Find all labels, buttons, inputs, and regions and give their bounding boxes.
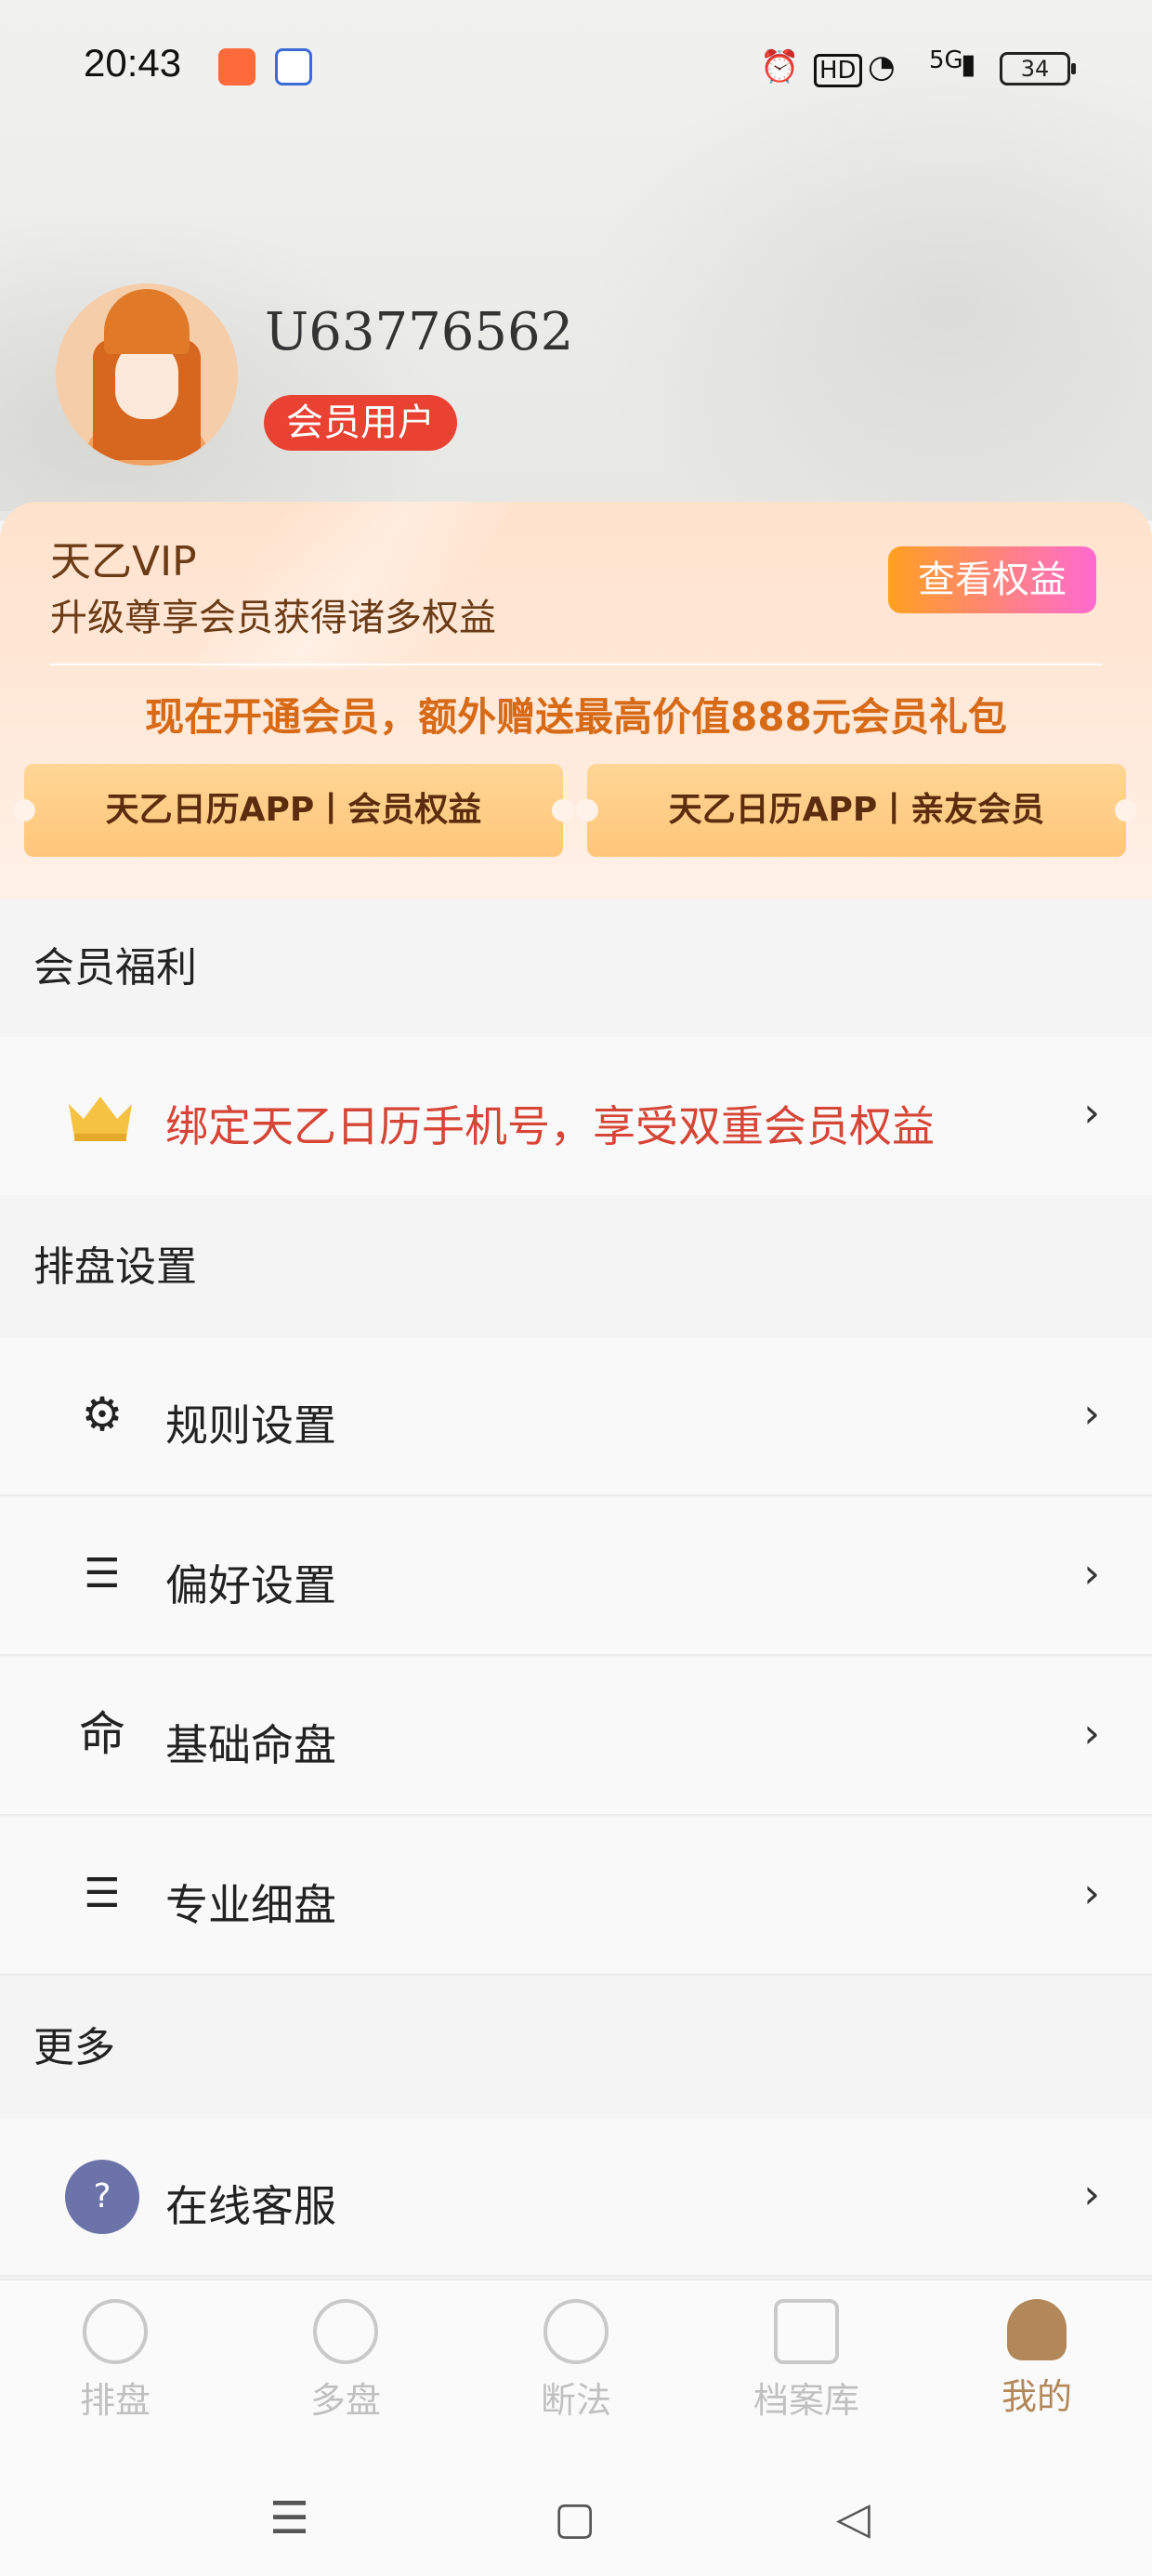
- ticket-notch: [13, 799, 35, 821]
- chevron-right-icon: ›: [1083, 1390, 1100, 1438]
- duopan-icon: [313, 2299, 378, 2364]
- view-benefits-button[interactable]: 查看权益: [888, 546, 1096, 613]
- crown-icon: [69, 1097, 132, 1141]
- tab-archive[interactable]: 档案库: [691, 2299, 922, 2423]
- bind-phone-row[interactable]: 绑定天乙日历手机号，享受双重会员权益 ›: [0, 1037, 1152, 1195]
- tab-duanfa[interactable]: 断法: [461, 2299, 691, 2423]
- customer-service-label: 在线客服: [165, 2181, 336, 2231]
- preference-settings-row[interactable]: ☰ 偏好设置 ›: [0, 1498, 1152, 1656]
- yinyang-icon: [543, 2299, 609, 2364]
- tab-label: 我的: [1001, 2376, 1072, 2417]
- ticket-label: 天乙日历APP丨亲友会员: [668, 791, 1045, 829]
- network-type: 5G: [929, 46, 963, 74]
- member-badge: 会员用户: [264, 395, 457, 451]
- professional-chart-row[interactable]: ☰ 专业细盘 ›: [0, 1818, 1152, 1976]
- vip-title: 天乙VIP: [50, 538, 197, 585]
- rule-settings-row[interactable]: ⚙ 规则设置 ›: [0, 1338, 1152, 1496]
- tab-label: 排盘: [79, 2380, 151, 2421]
- tab-mine[interactable]: 我的: [922, 2299, 1152, 2419]
- preference-settings-label: 偏好设置: [165, 1560, 336, 1610]
- status-bar: 20:43 ⏰ HD ◔ 5G ▮ 34: [0, 0, 1152, 139]
- ticket-notch: [552, 799, 574, 821]
- chevron-right-icon: ›: [1083, 1870, 1100, 1917]
- rule-settings-label: 规则设置: [165, 1400, 336, 1451]
- ming-char-icon: 命: [79, 1707, 125, 1761]
- basic-chart-row[interactable]: 命 基础命盘 ›: [0, 1658, 1152, 1816]
- home-icon[interactable]: ▢: [554, 2492, 596, 2544]
- sliders-icon: ☰: [84, 1550, 121, 1597]
- ticket-member-benefits[interactable]: 天乙日历APP丨会员权益: [13, 764, 574, 857]
- list-icon: ☰: [84, 1870, 121, 1917]
- ticket-notch: [1115, 799, 1137, 821]
- vip-divider: [50, 664, 1102, 665]
- wifi-icon: ◔: [868, 48, 896, 85]
- app-notification-icon-2: [275, 48, 312, 85]
- ticket-label: 天乙日历APP丨会员权益: [105, 791, 482, 829]
- battery-icon: 34: [1000, 52, 1076, 85]
- hd-icon: HD: [814, 54, 862, 87]
- username: U63776562: [265, 302, 574, 362]
- back-icon[interactable]: ◁: [836, 2492, 871, 2544]
- section-title-settings: 排盘设置: [0, 1197, 1152, 1338]
- tab-label: 多盘: [309, 2380, 381, 2421]
- alarm-icon: ⏰: [760, 48, 800, 85]
- section-title-benefits: 会员福利: [0, 900, 1152, 1037]
- professional-chart-label: 专业细盘: [165, 1880, 336, 1930]
- tab-label: 档案库: [753, 2380, 859, 2421]
- archive-icon: [774, 2299, 839, 2364]
- ticket-notch: [576, 799, 598, 821]
- app-notification-icon: [218, 48, 255, 85]
- chevron-right-icon: ›: [1083, 1550, 1100, 1597]
- avatar[interactable]: [56, 283, 238, 466]
- customer-service-row[interactable]: ? 在线客服 ›: [0, 2119, 1152, 2277]
- status-time: 20:43: [84, 41, 182, 85]
- profile-icon: [1007, 2299, 1067, 2360]
- section-title-more: 更多: [0, 1978, 1152, 2119]
- paipan-icon: [83, 2299, 148, 2364]
- chevron-right-icon: ›: [1083, 2171, 1100, 2218]
- tab-duopan[interactable]: 多盘: [230, 2299, 461, 2423]
- vip-card: 天乙VIP 升级尊享会员获得诸多权益 查看权益 现在开通会员，额外赠送最高价值8…: [0, 502, 1152, 900]
- avatar-hat: [104, 289, 190, 354]
- chevron-right-icon: ›: [1083, 1089, 1100, 1137]
- tab-label: 断法: [540, 2380, 611, 2421]
- vip-subtitle: 升级尊享会员获得诸多权益: [50, 597, 496, 639]
- gear-list-icon: ⚙: [81, 1387, 124, 1441]
- chevron-right-icon: ›: [1083, 1710, 1100, 1757]
- menu-icon[interactable]: ☰: [269, 2492, 309, 2544]
- help-icon: ?: [65, 2160, 139, 2234]
- ticket-family-member[interactable]: 天乙日历APP丨亲友会员: [576, 764, 1137, 857]
- signal-icon: ▮: [961, 48, 976, 81]
- tab-paipan[interactable]: 排盘: [0, 2299, 230, 2423]
- bind-phone-label: 绑定天乙日历手机号，享受双重会员权益: [165, 1101, 935, 1151]
- bottom-tab-bar: 排盘 多盘 断法 档案库 我的: [0, 2279, 1152, 2455]
- system-navigation-bar: ☰ ▢ ◁: [0, 2455, 1152, 2576]
- basic-chart-label: 基础命盘: [165, 1720, 336, 1770]
- vip-promo-text: 现在开通会员，额外赠送最高价值888元会员礼包: [145, 694, 1007, 740]
